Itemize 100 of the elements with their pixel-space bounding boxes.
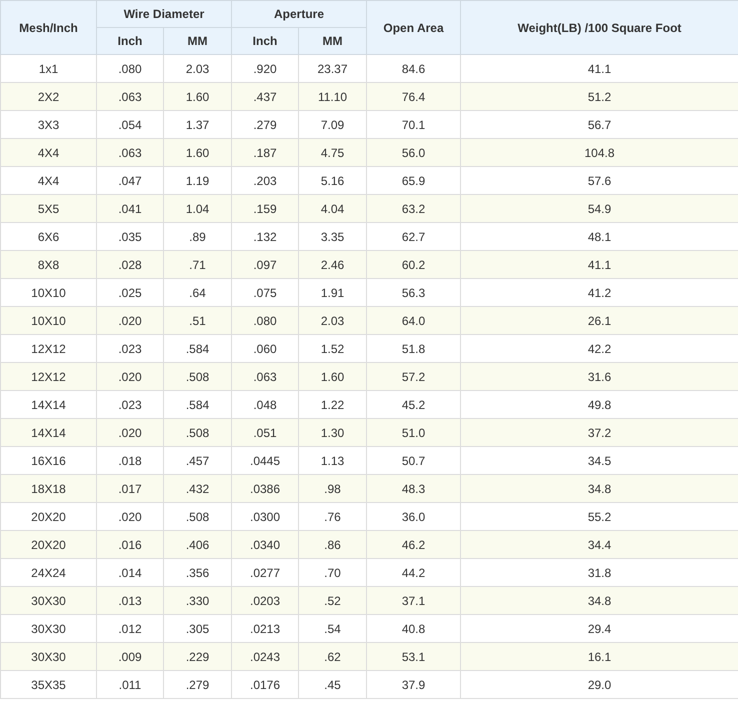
table-cell: 1.60: [164, 138, 232, 166]
table-cell: 2.03: [164, 54, 232, 82]
table-cell: 70.1: [366, 110, 461, 138]
column-header: Open Area: [366, 0, 461, 54]
table-cell: .0300: [232, 502, 298, 530]
table-cell: 84.6: [366, 54, 461, 82]
table-cell: .71: [164, 250, 232, 278]
table-cell: 30X30: [0, 586, 96, 614]
table-cell: .020: [96, 502, 164, 530]
table-cell: 56.0: [366, 138, 461, 166]
table-cell: .054: [96, 110, 164, 138]
table-cell: 4.75: [298, 138, 367, 166]
table-cell: 34.8: [460, 474, 738, 502]
table-cell: 10X10: [0, 306, 96, 334]
table-cell: .014: [96, 558, 164, 586]
table-cell: 1.60: [298, 362, 367, 390]
table-cell: .457: [164, 446, 232, 474]
table-cell: .437: [232, 82, 298, 110]
table-cell: 12X12: [0, 362, 96, 390]
table-cell: .0243: [232, 642, 298, 670]
table-cell: 29.0: [460, 670, 738, 698]
column-header: Aperture: [232, 0, 367, 28]
table-cell: .080: [96, 54, 164, 82]
table-cell: 8X8: [0, 250, 96, 278]
table-cell: .508: [164, 362, 232, 390]
column-header: MM: [298, 28, 367, 54]
table-cell: 56.7: [460, 110, 738, 138]
table-cell: 36.0: [366, 502, 461, 530]
table-cell: .009: [96, 642, 164, 670]
table-cell: .011: [96, 670, 164, 698]
table-cell: 53.1: [366, 642, 461, 670]
table-cell: .305: [164, 614, 232, 642]
table-cell: .018: [96, 446, 164, 474]
table-cell: 16.1: [460, 642, 738, 670]
table-cell: 4.04: [298, 194, 367, 222]
table-cell: .51: [164, 306, 232, 334]
table-cell: 14X14: [0, 390, 96, 418]
table-cell: 37.2: [460, 418, 738, 446]
table-cell: 46.2: [366, 530, 461, 558]
table-cell: .023: [96, 390, 164, 418]
table-cell: 60.2: [366, 250, 461, 278]
table-cell: 12X12: [0, 334, 96, 362]
table-cell: 41.2: [460, 278, 738, 306]
table-cell: .063: [232, 362, 298, 390]
table-cell: 51.0: [366, 418, 461, 446]
table-cell: 31.6: [460, 362, 738, 390]
table-cell: .051: [232, 418, 298, 446]
table-cell: .52: [298, 586, 367, 614]
table-cell: 63.2: [366, 194, 461, 222]
table-cell: .584: [164, 390, 232, 418]
table-cell: 48.1: [460, 222, 738, 250]
table-cell: .76: [298, 502, 367, 530]
table-cell: .0445: [232, 446, 298, 474]
table-cell: 48.3: [366, 474, 461, 502]
table-cell: .0386: [232, 474, 298, 502]
table-cell: 1.13: [298, 446, 367, 474]
table-cell: .012: [96, 614, 164, 642]
table-cell: 55.2: [460, 502, 738, 530]
table-cell: 76.4: [366, 82, 461, 110]
table-cell: .279: [232, 110, 298, 138]
table-cell: .356: [164, 558, 232, 586]
table-cell: 1.19: [164, 166, 232, 194]
table-cell: 42.2: [460, 334, 738, 362]
table-cell: .132: [232, 222, 298, 250]
table-cell: .048: [232, 390, 298, 418]
table-cell: 1.60: [164, 82, 232, 110]
table-cell: 57.6: [460, 166, 738, 194]
table-cell: 20X20: [0, 502, 96, 530]
table-cell: 3.35: [298, 222, 367, 250]
table-cell: .028: [96, 250, 164, 278]
table-cell: 45.2: [366, 390, 461, 418]
table-cell: .020: [96, 362, 164, 390]
table-cell: .89: [164, 222, 232, 250]
table-cell: 56.3: [366, 278, 461, 306]
table-cell: .45: [298, 670, 367, 698]
table-cell: 4X4: [0, 138, 96, 166]
table-cell: 7.09: [298, 110, 367, 138]
table-cell: 18X18: [0, 474, 96, 502]
table-cell: .060: [232, 334, 298, 362]
table-cell: 35X35: [0, 670, 96, 698]
table-cell: .0213: [232, 614, 298, 642]
table-cell: 37.9: [366, 670, 461, 698]
table-cell: 26.1: [460, 306, 738, 334]
table-cell: .063: [96, 138, 164, 166]
table-cell: .229: [164, 642, 232, 670]
table-cell: .013: [96, 586, 164, 614]
column-header: Inch: [96, 28, 164, 54]
table-cell: 1.04: [164, 194, 232, 222]
table-cell: 6X6: [0, 222, 96, 250]
table-cell: 41.1: [460, 54, 738, 82]
table-cell: .508: [164, 418, 232, 446]
table-cell: 1.30: [298, 418, 367, 446]
table-cell: 3X3: [0, 110, 96, 138]
table-cell: .047: [96, 166, 164, 194]
table-cell: .330: [164, 586, 232, 614]
table-cell: .063: [96, 82, 164, 110]
table-cell: 62.7: [366, 222, 461, 250]
table-cell: .432: [164, 474, 232, 502]
table-cell: .64: [164, 278, 232, 306]
table-cell: .0340: [232, 530, 298, 558]
